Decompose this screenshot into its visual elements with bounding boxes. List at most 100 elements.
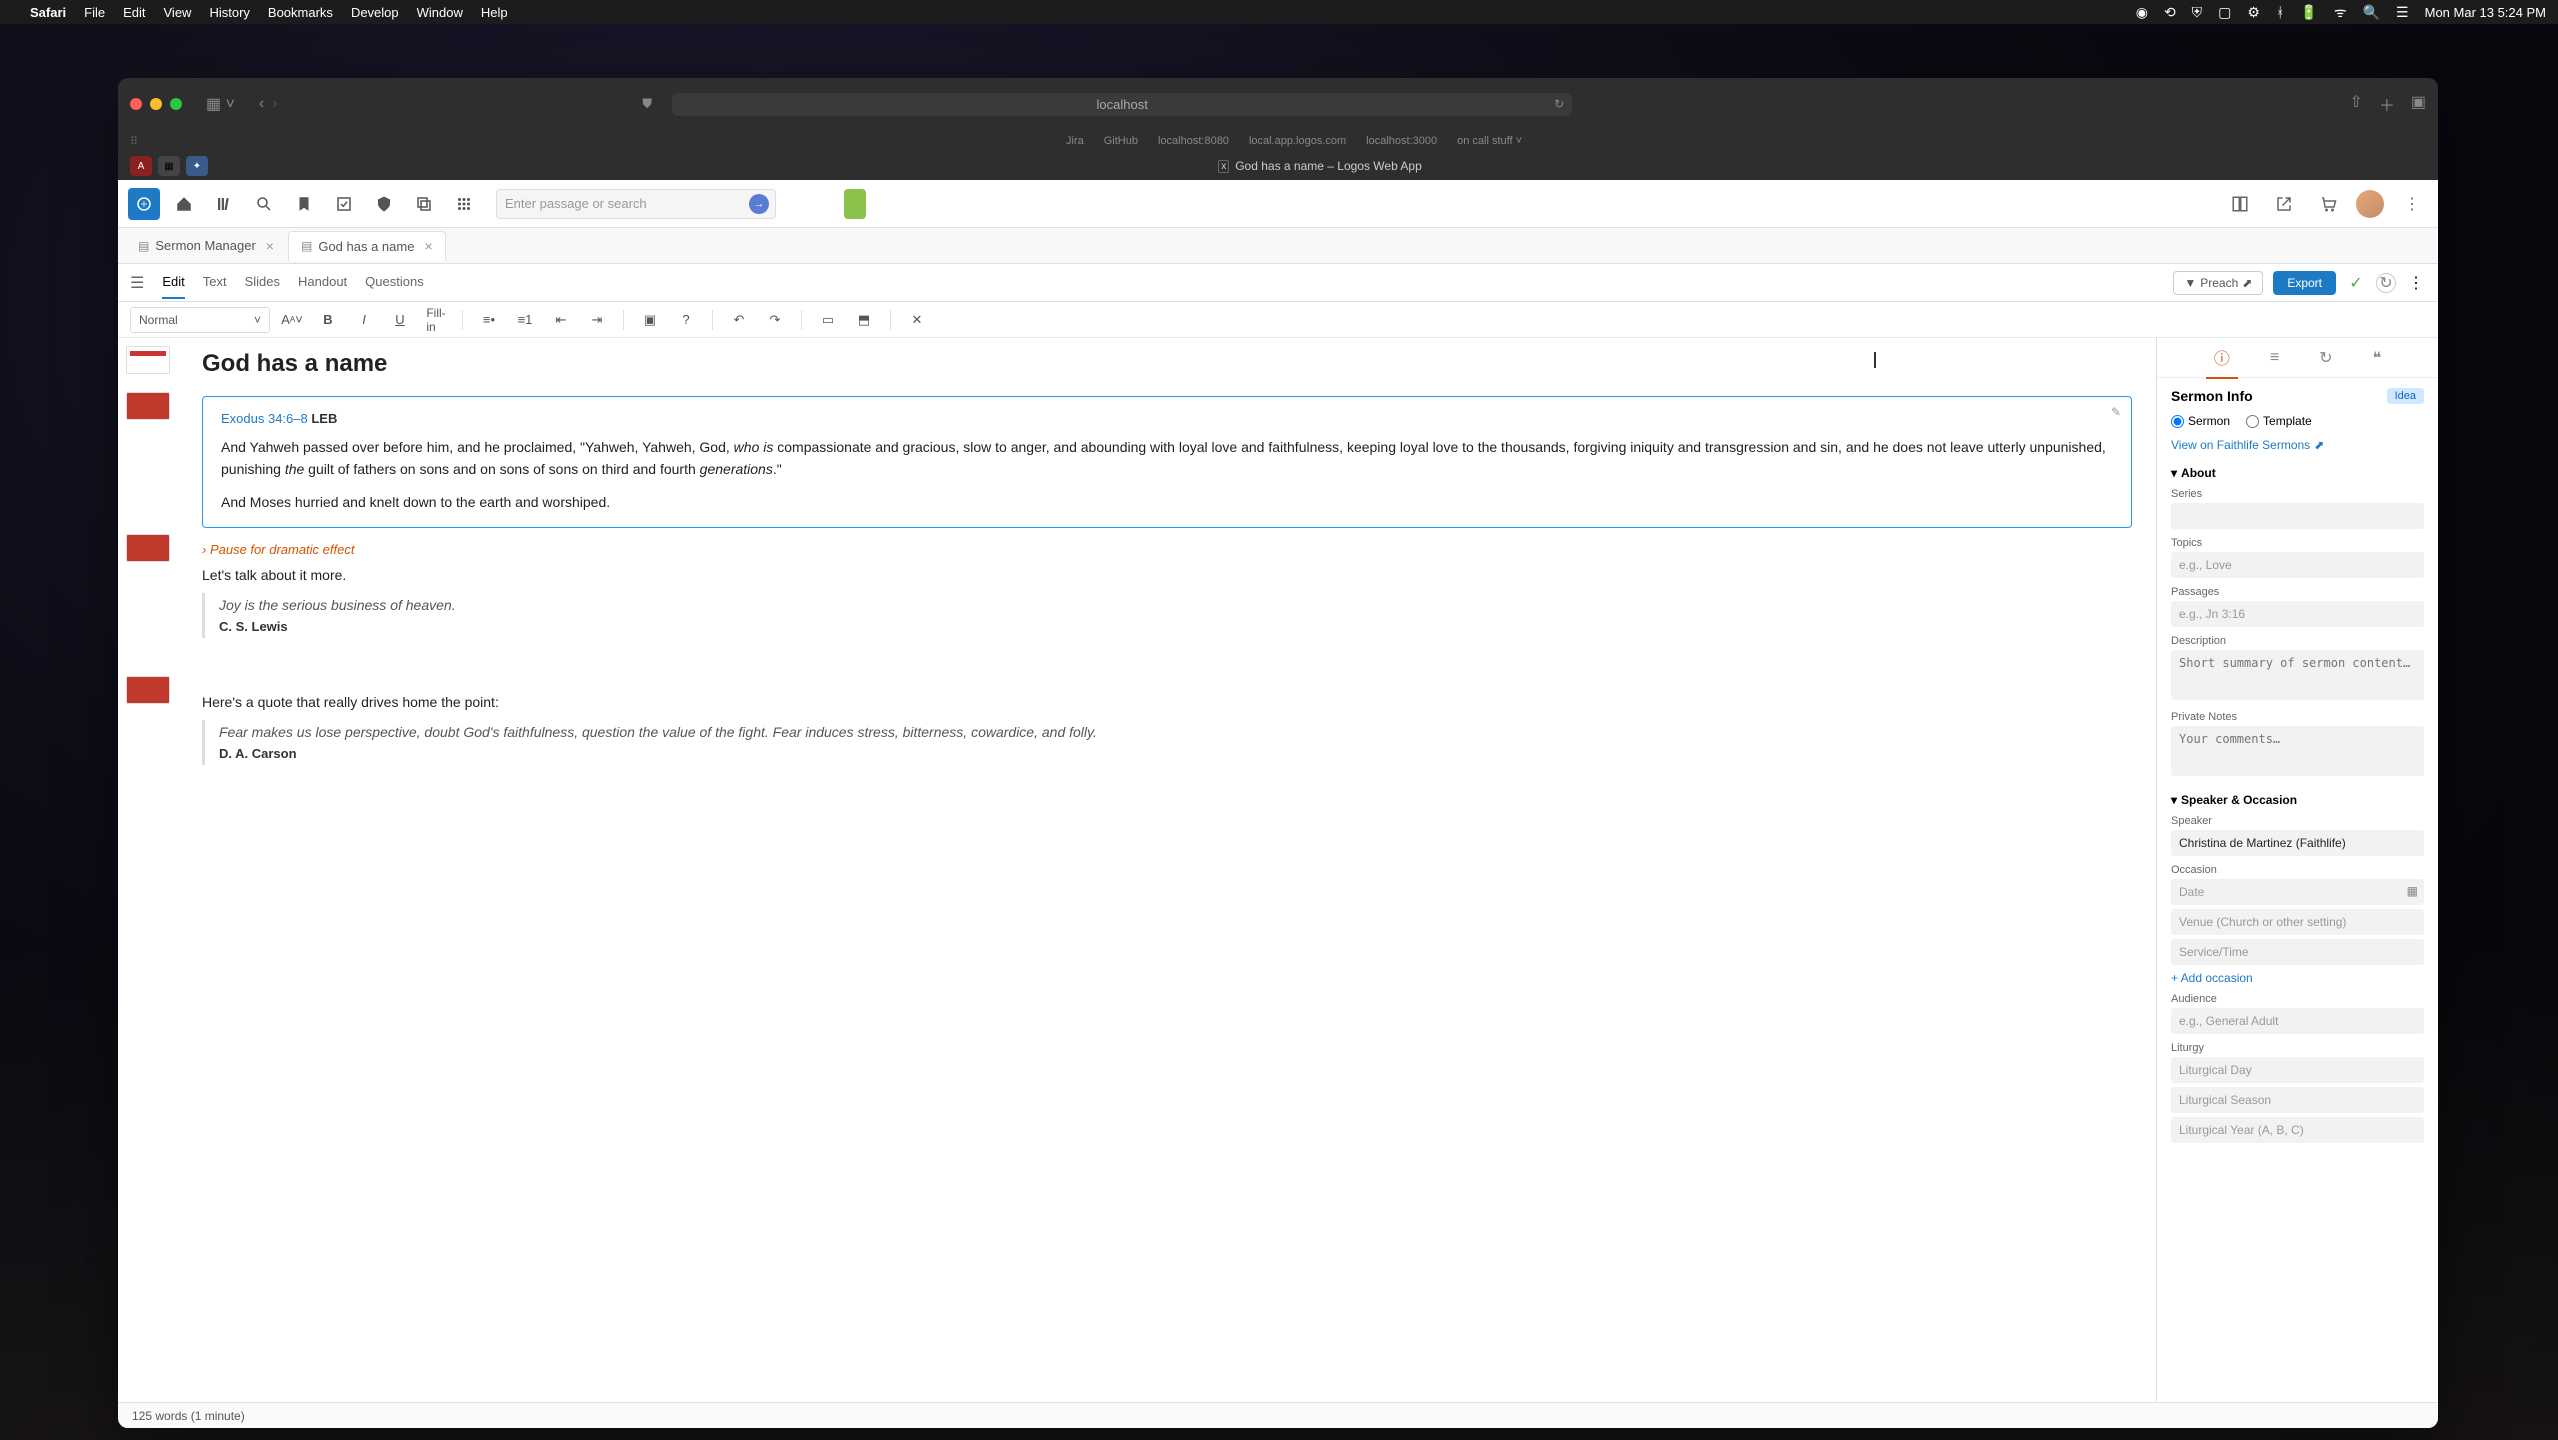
fav-handle[interactable]: ⠿: [130, 135, 138, 148]
layout-icon[interactable]: [2224, 188, 2256, 220]
series-input[interactable]: [2171, 503, 2424, 529]
menu-help[interactable]: Help: [481, 5, 508, 20]
menu-file[interactable]: File: [84, 5, 105, 20]
sermon-editor[interactable]: God has a name ✎ Exodus 34:6–8 LEB And Y…: [178, 338, 2156, 1402]
battery-icon[interactable]: 🔋: [2300, 4, 2317, 21]
back-button[interactable]: ‹: [259, 95, 264, 113]
cart-icon[interactable]: [2312, 188, 2344, 220]
outline-toggle-icon[interactable]: ☰: [130, 273, 144, 293]
sidebar-toggle-icon[interactable]: ▦ ˅: [206, 94, 235, 114]
home-icon[interactable]: [168, 188, 200, 220]
checklist-icon[interactable]: [328, 188, 360, 220]
mode-handout[interactable]: Handout: [298, 266, 347, 299]
quote-block-2[interactable]: Fear makes us lose perspective, doubt Go…: [202, 720, 2132, 765]
faithlife-link[interactable]: View on Faithlife Sermons ⬈: [2171, 438, 2424, 452]
search-go-button[interactable]: →: [749, 194, 769, 214]
date-input[interactable]: [2171, 879, 2424, 905]
menu-history[interactable]: History: [209, 5, 249, 20]
pinned-tab-1[interactable]: A: [130, 156, 152, 176]
sidebar-tab-history[interactable]: ↻: [2311, 340, 2340, 376]
control-center-icon[interactable]: ☰: [2396, 4, 2409, 21]
menu-edit[interactable]: Edit: [123, 5, 145, 20]
shield-icon[interactable]: ⛨: [2192, 4, 2203, 21]
passages-input[interactable]: [2171, 601, 2424, 627]
sidebar-tab-outline[interactable]: ≡: [2262, 341, 2287, 375]
shield-tool-icon[interactable]: [368, 188, 400, 220]
insert-question-button[interactable]: ?: [672, 307, 700, 333]
insert-block-button[interactable]: ▣: [636, 307, 664, 333]
fillin-button[interactable]: Fill-in: [422, 307, 450, 333]
mode-edit[interactable]: Edit: [162, 266, 184, 299]
scripture-block[interactable]: ✎ Exodus 34:6–8 LEB And Yahweh passed ov…: [202, 396, 2132, 528]
sync-ok-icon[interactable]: ✓: [2346, 273, 2366, 293]
apps-icon[interactable]: [448, 188, 480, 220]
history-icon[interactable]: ↻: [2376, 273, 2396, 293]
thumbnail-verse[interactable]: [126, 392, 170, 420]
display-icon[interactable]: ▢: [2218, 4, 2231, 21]
tab-god-has-name[interactable]: ▤ God has a name ×: [288, 231, 446, 261]
menu-bookmarks[interactable]: Bookmarks: [268, 5, 333, 20]
new-tab-icon[interactable]: ＋: [2379, 92, 2395, 116]
copy-icon[interactable]: [408, 188, 440, 220]
about-section-title[interactable]: ▾ About: [2171, 466, 2424, 480]
bluetooth-icon[interactable]: ᚼ: [2276, 4, 2284, 20]
body-paragraph[interactable]: Let's talk about it more.: [202, 567, 2132, 583]
passage-search-input[interactable]: Enter passage or search →: [496, 189, 776, 219]
paragraph-style-select[interactable]: Normal ˅: [130, 307, 270, 333]
reload-icon[interactable]: ↻: [1554, 97, 1564, 111]
menu-window[interactable]: Window: [417, 5, 463, 20]
liturgical-season-input[interactable]: [2171, 1087, 2424, 1113]
insert-media-button[interactable]: ⬒: [850, 307, 878, 333]
verse-reference[interactable]: Exodus 34:6–8 LEB: [221, 411, 2113, 426]
thumbnail-quote2[interactable]: [126, 676, 170, 704]
fav-oncall[interactable]: on call stuff ˅: [1457, 135, 1522, 147]
mode-slides[interactable]: Slides: [245, 266, 280, 299]
bullet-list-button[interactable]: ≡•: [475, 307, 503, 333]
undo-button[interactable]: ↶: [725, 307, 753, 333]
radio-template[interactable]: Template: [2246, 414, 2312, 428]
add-occasion-link[interactable]: + Add occasion: [2171, 971, 2424, 985]
bold-button[interactable]: B: [314, 307, 342, 333]
sidebar-tab-quotes[interactable]: ❝: [2365, 340, 2390, 376]
bookmark-icon[interactable]: [288, 188, 320, 220]
redo-button[interactable]: ↷: [761, 307, 789, 333]
fav-jira[interactable]: Jira: [1066, 135, 1084, 147]
idea-badge[interactable]: Idea: [2387, 388, 2424, 404]
fav-github[interactable]: GitHub: [1104, 135, 1138, 147]
fav-localhost8080[interactable]: localhost:8080: [1158, 135, 1229, 147]
record-icon[interactable]: ◉: [2136, 4, 2148, 21]
active-tab[interactable]: x God has a name – Logos Web App: [214, 159, 2426, 173]
document-title[interactable]: God has a name: [202, 350, 2132, 378]
close-window-button[interactable]: [130, 98, 142, 110]
privacy-shield-icon[interactable]: ⛊: [642, 96, 652, 112]
venue-input[interactable]: [2171, 909, 2424, 935]
indent-button[interactable]: ⇥: [583, 307, 611, 333]
fav-localapp[interactable]: local.app.logos.com: [1249, 135, 1346, 147]
library-icon[interactable]: [208, 188, 240, 220]
more-icon[interactable]: ⋮: [2396, 188, 2428, 220]
audience-input[interactable]: [2171, 1008, 2424, 1034]
menu-view[interactable]: View: [164, 5, 192, 20]
topics-input[interactable]: [2171, 552, 2424, 578]
external-icon[interactable]: [2268, 188, 2300, 220]
green-indicator[interactable]: [844, 189, 866, 219]
preach-button[interactable]: ▼ Preach ⬈: [2173, 271, 2263, 295]
pinned-tab-2[interactable]: ▦: [158, 156, 180, 176]
stage-direction[interactable]: Pause for dramatic effect: [202, 542, 2132, 557]
sync-icon[interactable]: ⟲: [2164, 4, 2176, 21]
font-size-button[interactable]: AA ˅: [278, 307, 306, 333]
spotlight-icon[interactable]: 🔍: [2363, 4, 2380, 21]
url-bar[interactable]: ⛊ localhost ↻: [672, 93, 1572, 116]
app-name[interactable]: Safari: [30, 5, 66, 20]
forward-button[interactable]: ›: [272, 95, 277, 113]
speaker-input[interactable]: [2171, 830, 2424, 856]
liturgical-day-input[interactable]: [2171, 1057, 2424, 1083]
quote-block-1[interactable]: Joy is the serious business of heaven. C…: [202, 593, 2132, 638]
service-input[interactable]: [2171, 939, 2424, 965]
numbered-list-button[interactable]: ≡1: [511, 307, 539, 333]
menubar-clock[interactable]: Mon Mar 13 5:24 PM: [2425, 5, 2546, 20]
close-tab-icon[interactable]: ×: [266, 238, 274, 254]
fullscreen-window-button[interactable]: [170, 98, 182, 110]
wifi-icon[interactable]: ᯤ: [2334, 3, 2347, 22]
underline-button[interactable]: U: [386, 307, 414, 333]
